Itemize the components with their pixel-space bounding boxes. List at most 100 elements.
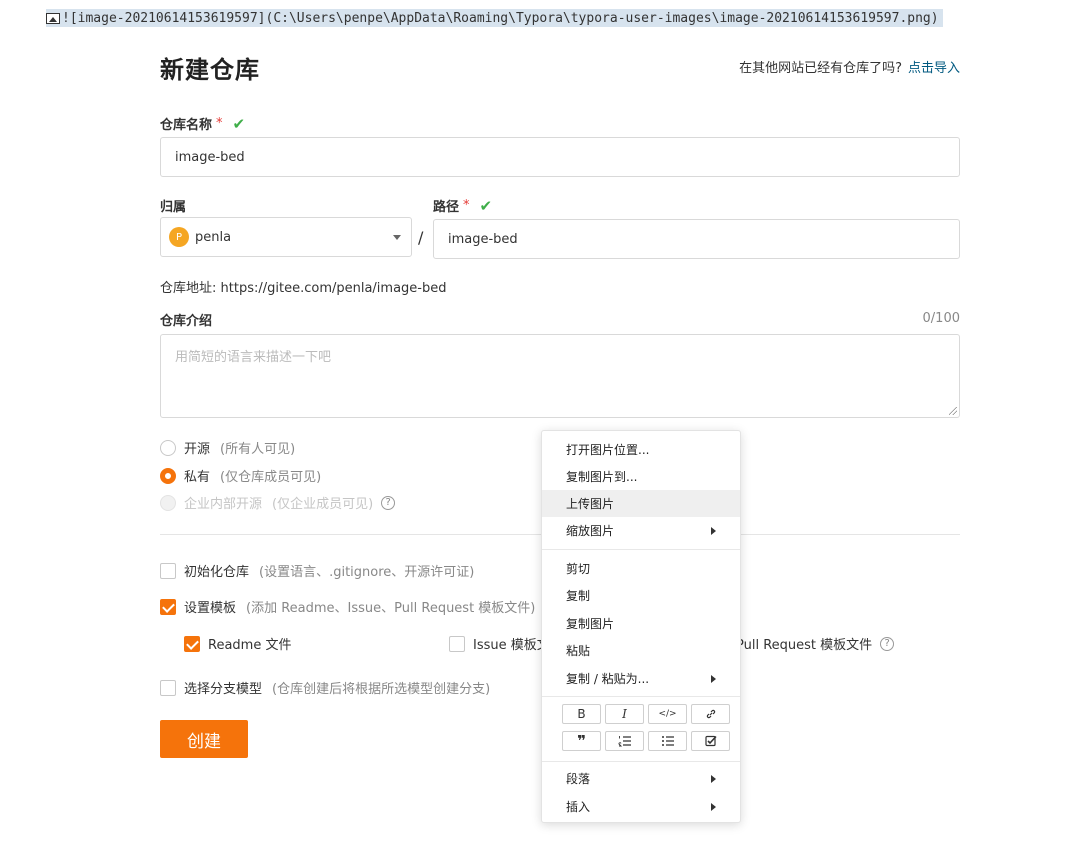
checkbox-init-repo[interactable]: 初始化仓库 (设置语言、.gitignore、开源许可证) (160, 561, 474, 580)
chevron-right-icon (711, 775, 716, 783)
menu-separator (542, 761, 740, 762)
checkbox-checked-icon (160, 598, 176, 615)
create-button[interactable]: 创建 (160, 720, 248, 758)
repo-name-input[interactable]: image-bed (160, 137, 960, 177)
context-menu: 打开图片位置... 复制图片到... 上传图片 缩放图片 剪切 复制 复制图片 … (541, 430, 741, 823)
italic-icon: I (622, 707, 627, 721)
menu-item-label: 缩放图片 (566, 524, 615, 538)
radio-disabled-icon (160, 494, 176, 511)
menu-item-copy-image-to[interactable]: 复制图片到... (542, 463, 740, 490)
menu-item-paragraph[interactable]: 段落 (542, 765, 740, 792)
task-list-icon (704, 735, 717, 747)
checkbox-label: 设置模板 (184, 601, 237, 616)
radio-label: 私有 (184, 470, 211, 485)
menu-item-label: 复制 (566, 589, 591, 603)
menu-item-insert[interactable]: 插入 (542, 793, 740, 820)
path-value: image-bed (448, 231, 518, 247)
repo-url-label: 仓库地址: (160, 281, 217, 296)
menu-item-zoom-image[interactable]: 缩放图片 (542, 517, 740, 544)
path-input[interactable]: image-bed (433, 219, 960, 259)
radio-checked-icon (160, 467, 176, 484)
checkbox-label: 初始化仓库 (184, 565, 250, 580)
italic-button[interactable]: I (605, 704, 644, 724)
checkbox-set-template[interactable]: 设置模板 (添加 Readme、Issue、Pull Request 模板文件) (160, 597, 535, 616)
menu-separator (542, 696, 740, 697)
path-separator: / (418, 228, 424, 247)
bullet-list-icon (661, 736, 674, 746)
owner-value: penla (195, 229, 232, 245)
menu-item-upload-image[interactable]: 上传图片 (542, 490, 740, 517)
checkbox-hint: (添加 Readme、Issue、Pull Request 模板文件) (246, 601, 536, 616)
menu-item-label: 上传图片 (566, 497, 615, 511)
link-button[interactable] (691, 704, 730, 724)
code-button[interactable]: </> (648, 704, 687, 724)
task-list-button[interactable] (691, 731, 730, 751)
repo-name-value: image-bed (175, 149, 245, 165)
menu-item-copy-paste-as[interactable]: 复制 / 粘贴为... (542, 665, 740, 692)
markdown-image-source[interactable]: ![image-20210614153619597](C:\Users\penp… (46, 9, 943, 27)
checkbox-branch-model[interactable]: 选择分支模型 (仓库创建后将根据所选模型创建分支) (160, 678, 490, 697)
path-label: 路径 * ✔ (433, 196, 493, 216)
resize-handle-icon[interactable] (949, 407, 957, 415)
menu-item-label: 复制图片到... (566, 470, 638, 484)
menu-item-cut[interactable]: 剪切 (542, 555, 740, 582)
menu-item-open-image-location[interactable]: 打开图片位置... (542, 436, 740, 463)
checkbox-label: Readme 文件 (208, 638, 292, 653)
check-icon: ✔ (232, 114, 246, 133)
bold-button[interactable]: B (562, 704, 601, 724)
radio-enterprise: 企业内部开源 (仅企业成员可见) ? (160, 493, 396, 512)
menu-item-label: 粘贴 (566, 644, 591, 658)
quote-icon: ❞ (577, 732, 586, 750)
help-icon[interactable]: ? (880, 636, 895, 651)
intro-placeholder: 用简短的语言来描述一下吧 (175, 350, 332, 365)
checkbox-hint: (仓库创建后将根据所选模型创建分支) (272, 682, 491, 697)
menu-item-copy[interactable]: 复制 (542, 582, 740, 609)
radio-private[interactable]: 私有 (仅仓库成员可见) (160, 466, 321, 485)
intro-textarea[interactable]: 用简短的语言来描述一下吧 (160, 334, 960, 418)
menu-item-label: 复制 / 粘贴为... (566, 672, 650, 686)
chevron-down-icon (393, 235, 401, 240)
menu-item-paste[interactable]: 粘贴 (542, 637, 740, 664)
page-title: 新建仓库 (160, 56, 260, 84)
bold-icon: B (577, 707, 586, 721)
path-label-text: 路径 (433, 200, 460, 215)
owner-select[interactable]: P penla (160, 217, 412, 257)
checkbox-icon (160, 562, 176, 579)
required-mark: * (216, 116, 223, 131)
repo-name-label-text: 仓库名称 (160, 118, 213, 133)
radio-label: 开源 (184, 442, 211, 457)
import-link[interactable]: 点击导入 (908, 61, 960, 76)
menu-item-label: 复制图片 (566, 617, 615, 631)
repo-url-value: https://gitee.com/penla/image-bed (220, 281, 447, 296)
radio-public[interactable]: 开源 (所有人可见) (160, 438, 295, 457)
checkbox-icon (449, 635, 465, 652)
chevron-right-icon (711, 527, 716, 535)
required-mark: * (463, 198, 470, 213)
owner-label: 归属 (160, 200, 187, 215)
menu-item-label: 剪切 (566, 562, 591, 576)
menu-item-label: 打开图片位置... (566, 443, 650, 457)
menu-item-label: 插入 (566, 800, 591, 814)
help-icon[interactable]: ? (381, 495, 396, 510)
checkbox-readme[interactable]: Readme 文件 (184, 634, 291, 653)
avatar: P (169, 227, 189, 247)
link-icon (706, 709, 715, 719)
check-icon: ✔ (479, 196, 493, 215)
menu-item-copy-image[interactable]: 复制图片 (542, 610, 740, 637)
checkbox-icon (160, 679, 176, 696)
ordered-list-button[interactable] (605, 731, 644, 751)
chevron-right-icon (711, 803, 716, 811)
menu-item-label: 段落 (566, 772, 591, 786)
chevron-right-icon (711, 675, 716, 683)
import-prompt: 在其他网站已经有仓库了吗? 点击导入 (739, 57, 960, 76)
intro-counter: 0/100 (922, 311, 960, 326)
radio-hint: (所有人可见) (220, 442, 296, 457)
radio-hint: (仅仓库成员可见) (220, 470, 322, 485)
radio-icon (160, 439, 176, 456)
image-icon (46, 12, 60, 24)
quote-button[interactable]: ❞ (562, 731, 601, 751)
repo-name-label: 仓库名称 * ✔ (160, 114, 246, 134)
checkbox-label: 选择分支模型 (184, 682, 263, 697)
bullet-list-button[interactable] (648, 731, 687, 751)
repo-url: 仓库地址: https://gitee.com/penla/image-bed (160, 277, 447, 296)
